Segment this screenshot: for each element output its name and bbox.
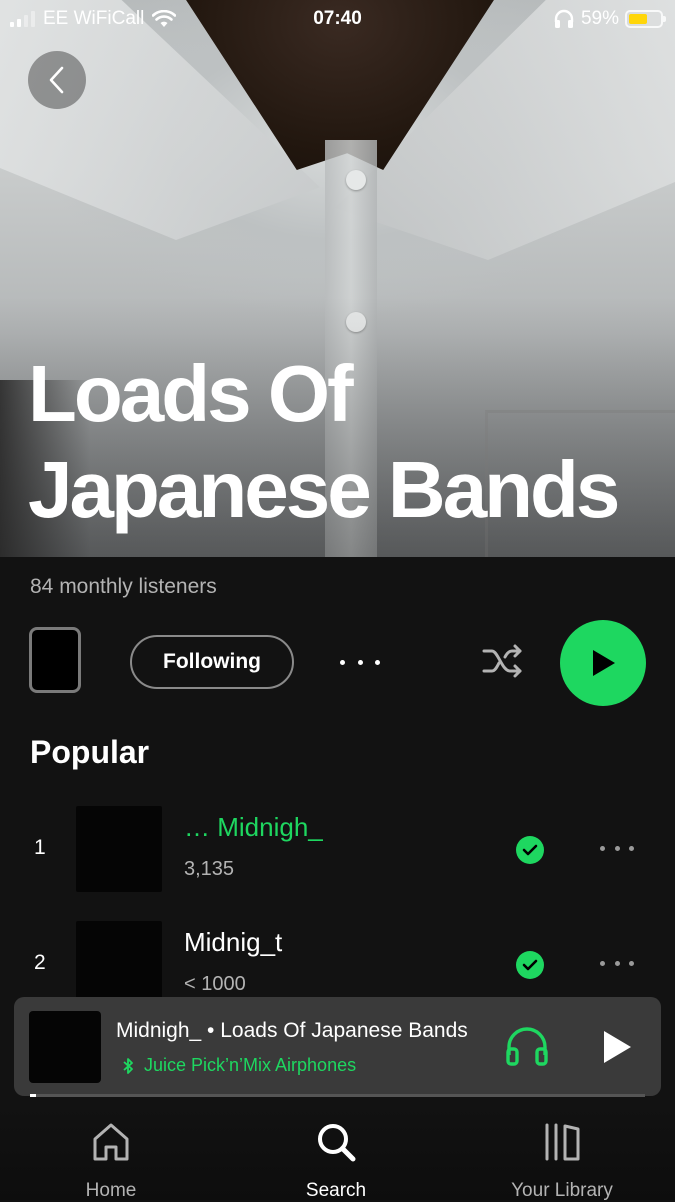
mini-play-icon[interactable] bbox=[600, 1029, 634, 1065]
monthly-listeners: 84 monthly listeners bbox=[30, 575, 217, 598]
artist-name: Loads Of Japanese Bands bbox=[28, 349, 620, 534]
headphones-icon[interactable] bbox=[504, 1025, 550, 1067]
track-title: … Midnigh_ bbox=[184, 812, 323, 842]
tab-search-label: Search bbox=[305, 1180, 367, 1201]
battery-icon bbox=[625, 10, 666, 28]
tab-home-label: Home bbox=[85, 1180, 137, 1201]
bluetooth-icon bbox=[123, 1057, 133, 1074]
bottom-tab-bar: Home Search Your Library bbox=[0, 1102, 675, 1202]
playback-progress-bar[interactable] bbox=[30, 1094, 645, 1097]
now-playing-title: Midnigh_ • Loads Of Japanese Bands bbox=[116, 1019, 468, 1042]
track-more-icon[interactable] bbox=[600, 961, 634, 966]
now-playing-bar[interactable]: Midnigh_ • Loads Of Japanese Bands Juice… bbox=[14, 997, 661, 1096]
saved-check-icon[interactable] bbox=[516, 836, 544, 864]
more-options-button[interactable] bbox=[340, 648, 380, 676]
now-playing-artwork bbox=[29, 1011, 101, 1083]
library-icon bbox=[545, 1123, 580, 1161]
tab-your-library[interactable]: Your Library bbox=[492, 1120, 632, 1202]
play-icon bbox=[593, 650, 615, 676]
play-button[interactable] bbox=[560, 620, 646, 706]
artist-preview-thumbnail[interactable] bbox=[29, 627, 81, 693]
headphones-status-icon bbox=[554, 9, 574, 28]
section-title-popular: Popular bbox=[30, 734, 150, 770]
search-icon bbox=[318, 1124, 356, 1162]
track-play-count: < 1000 bbox=[184, 973, 246, 995]
tab-home[interactable]: Home bbox=[41, 1120, 181, 1202]
track-rank: 2 bbox=[34, 951, 46, 974]
track-more-icon[interactable] bbox=[600, 846, 634, 851]
artist-action-row: Following bbox=[0, 620, 675, 706]
tab-search[interactable]: Search bbox=[266, 1120, 406, 1202]
track-artwork bbox=[76, 806, 162, 892]
track-rank: 1 bbox=[34, 836, 46, 859]
tab-your-library-label: Your Library bbox=[511, 1180, 613, 1201]
back-button[interactable] bbox=[28, 51, 86, 109]
battery-percentage: 59% bbox=[580, 8, 619, 29]
device-name: Juice Pick’n’Mix Airphones bbox=[144, 1055, 357, 1075]
saved-check-icon[interactable] bbox=[516, 951, 544, 979]
track-title: Midnig_t bbox=[184, 927, 283, 957]
shuffle-icon[interactable] bbox=[480, 638, 526, 684]
connected-device[interactable]: Juice Pick’n’Mix Airphones bbox=[122, 1055, 356, 1076]
track-play-count: 3,135 bbox=[184, 858, 235, 880]
status-bar: EE WiFiCall 07:40 59% bbox=[0, 0, 675, 40]
track-row[interactable]: 1 … Midnigh_ 3,135 bbox=[0, 806, 675, 896]
following-button[interactable]: Following bbox=[130, 635, 294, 689]
home-icon bbox=[93, 1123, 129, 1161]
chevron-left-icon bbox=[49, 66, 64, 94]
track-artwork bbox=[76, 921, 162, 1007]
